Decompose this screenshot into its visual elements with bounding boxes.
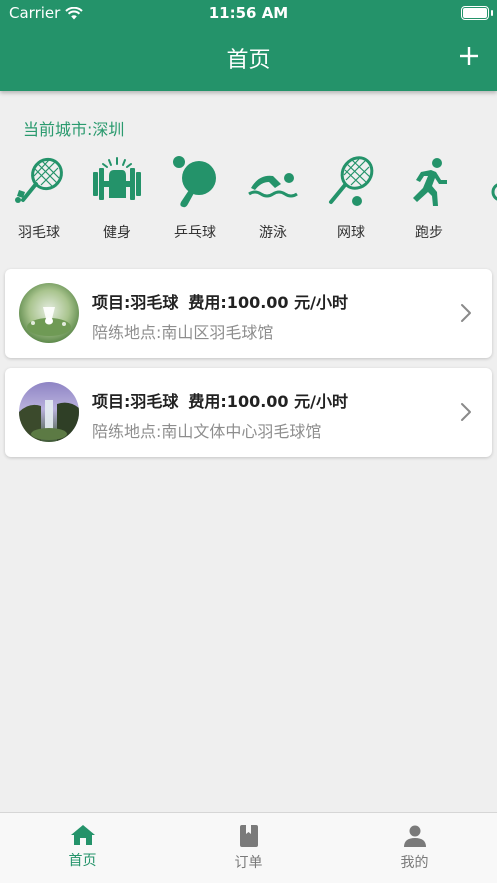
listing-thumbnail (19, 382, 79, 442)
tab-label: 首页 (68, 853, 97, 869)
tab-label: 我的 (400, 855, 429, 871)
sport-item-badminton[interactable]: 羽毛球 (0, 150, 78, 241)
listing-location: 陪练地点:南山区羽毛球馆 (92, 323, 274, 342)
running-icon (413, 158, 447, 206)
listing-project: 项目:羽毛球 (92, 293, 179, 312)
tab-orders[interactable]: 订单 (166, 813, 331, 883)
status-time: 11:56 AM (208, 4, 289, 22)
sport-category-list: 羽毛球 健身 乒乓球 游泳 网球 跑步 (0, 150, 497, 246)
listing-title: 项目:羽毛球 费用:100.00 元/小时 (92, 289, 348, 313)
status-bar: Carrier 11:56 AM (0, 0, 497, 26)
sport-label: 网球 (337, 225, 365, 241)
sport-item-ping-pong[interactable]: 乒乓球 (156, 150, 234, 241)
header-bar: Carrier 11:56 AM 首页 (0, 0, 497, 91)
tab-label: 订单 (234, 855, 263, 871)
listing-title: 项目:羽毛球 费用:100.00 元/小时 (92, 388, 348, 412)
badminton-icon (15, 157, 63, 203)
sport-item-swimming[interactable]: 游泳 (234, 150, 312, 241)
chevron-right-icon (461, 403, 471, 421)
sport-label: 骑 (468, 222, 497, 242)
plus-icon[interactable] (455, 42, 483, 70)
sport-item-fitness[interactable]: 健身 (78, 150, 156, 241)
listing-thumbnail (19, 283, 79, 343)
listing-fee: 费用:100.00 元/小时 (188, 293, 348, 312)
fitness-icon (93, 157, 141, 200)
person-icon (403, 825, 426, 847)
listing-card[interactable]: 项目:羽毛球 费用:100.00 元/小时 陪练地点:南山文体中心羽毛球馆 (5, 368, 492, 457)
listing-location: 陪练地点:南山文体中心羽毛球馆 (92, 422, 322, 441)
listing-card[interactable]: 项目:羽毛球 费用:100.00 元/小时 陪练地点:南山区羽毛球馆 (5, 269, 492, 358)
tab-home[interactable]: 首页 (0, 813, 165, 883)
sport-item-cycling[interactable]: 骑 (468, 150, 497, 210)
battery-icon (461, 6, 489, 20)
ping-pong-icon (173, 156, 216, 208)
sport-item-tennis[interactable]: 网球 (312, 150, 390, 241)
swimming-icon (248, 173, 298, 198)
listing-fee: 费用:100.00 元/小时 (188, 392, 348, 411)
battery-cap (491, 10, 493, 16)
book-icon (239, 825, 258, 847)
home-icon (70, 825, 95, 845)
tab-profile[interactable]: 我的 (332, 813, 497, 883)
tennis-icon (329, 156, 374, 206)
cycling-icon (491, 183, 497, 201)
tab-bar: 首页 订单 我的 (0, 812, 497, 883)
listing-project: 项目:羽毛球 (92, 392, 179, 411)
page-title: 首页 (226, 48, 271, 73)
chevron-right-icon (461, 304, 471, 322)
sport-label: 乒乓球 (174, 225, 216, 241)
current-city[interactable]: 当前城市:深圳 (23, 116, 124, 140)
sport-label: 跑步 (415, 225, 443, 241)
sport-label: 健身 (103, 225, 131, 241)
sport-label: 羽毛球 (18, 225, 60, 241)
sport-item-running[interactable]: 跑步 (390, 150, 468, 241)
sport-label: 游泳 (259, 225, 287, 241)
